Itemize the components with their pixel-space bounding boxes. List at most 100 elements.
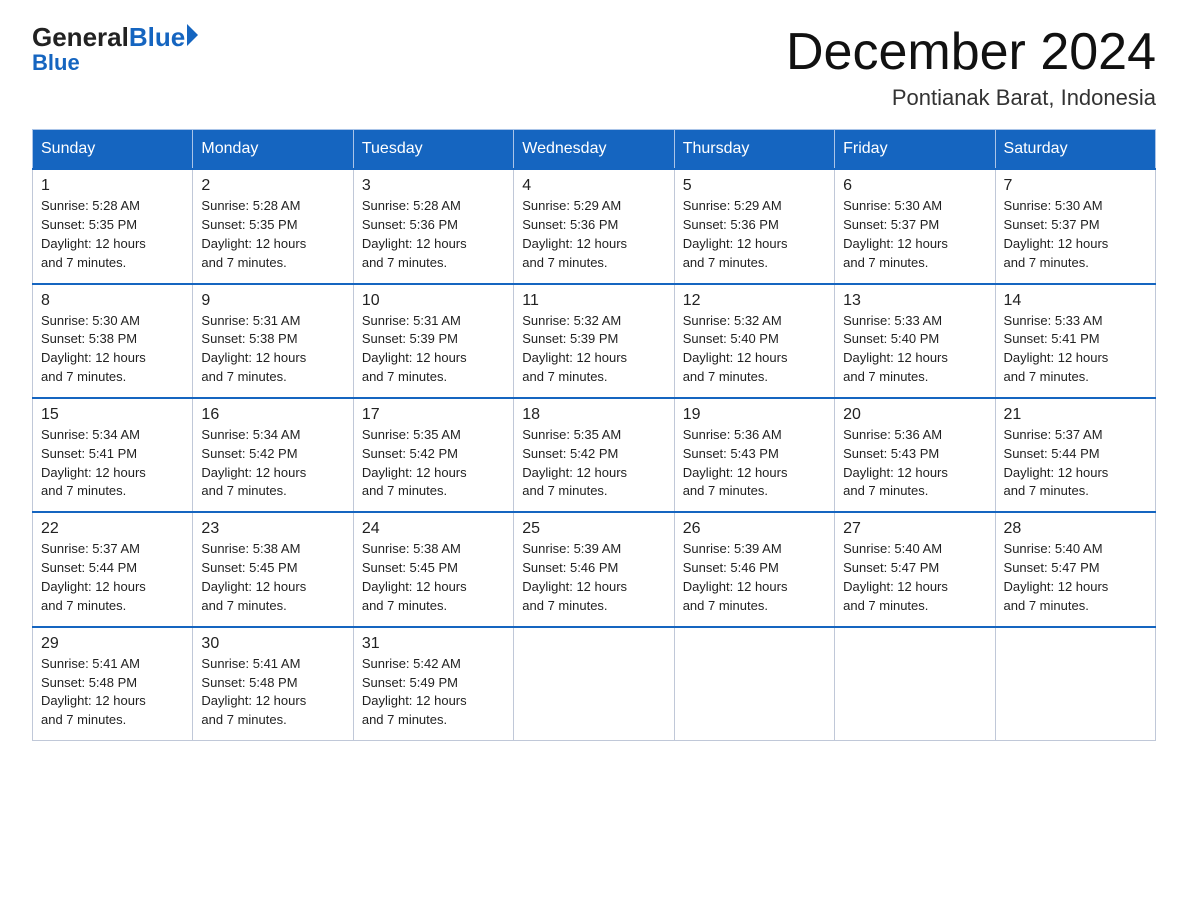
logo-arrow-icon xyxy=(187,24,198,46)
day-number: 5 xyxy=(683,177,826,195)
calendar-cell xyxy=(674,627,834,741)
calendar-cell: 1Sunrise: 5:28 AMSunset: 5:35 PMDaylight… xyxy=(33,169,193,283)
calendar-cell: 12 Sunrise: 5:32 AMSunset: 5:40 PMDayligh… xyxy=(674,284,834,398)
logo-blue-text: Blue xyxy=(129,24,185,50)
day-info: Sunrise: 5:33 AMSunset: 5:41 PMDaylight:… xyxy=(1004,312,1147,387)
day-number: 30 xyxy=(201,635,344,653)
day-info: Sunrise: 5:33 AMSunset: 5:40 PMDaylight:… xyxy=(843,312,986,387)
day-info: Sunrise: 5:34 AMSunset: 5:41 PMDaylight:… xyxy=(41,426,184,501)
day-number: 21 xyxy=(1004,406,1147,424)
calendar-cell: 18 Sunrise: 5:35 AMSunset: 5:42 PMDayligh… xyxy=(514,398,674,512)
day-number: 28 xyxy=(1004,520,1147,538)
day-info: Sunrise: 5:29 AMSunset: 5:36 PMDaylight:… xyxy=(683,197,826,272)
calendar-cell: 2Sunrise: 5:28 AMSunset: 5:35 PMDaylight… xyxy=(193,169,353,283)
day-number: 20 xyxy=(843,406,986,424)
calendar-cell: 24 Sunrise: 5:38 AMSunset: 5:45 PMDayligh… xyxy=(353,512,513,626)
week-row-4: 22 Sunrise: 5:37 AMSunset: 5:44 PMDayligh… xyxy=(33,512,1156,626)
calendar-subtitle: Pontianak Barat, Indonesia xyxy=(786,85,1156,111)
day-number: 2 xyxy=(201,177,344,195)
header-cell-wednesday: Wednesday xyxy=(514,130,674,170)
day-info: Sunrise: 5:38 AMSunset: 5:45 PMDaylight:… xyxy=(362,540,505,615)
day-number: 10 xyxy=(362,292,505,310)
calendar-cell: 25 Sunrise: 5:39 AMSunset: 5:46 PMDayligh… xyxy=(514,512,674,626)
calendar-cell: 31Sunrise: 5:42 AMSunset: 5:49 PMDayligh… xyxy=(353,627,513,741)
day-number: 19 xyxy=(683,406,826,424)
day-info: Sunrise: 5:39 AMSunset: 5:46 PMDaylight:… xyxy=(522,540,665,615)
calendar-cell: 11 Sunrise: 5:32 AMSunset: 5:39 PMDayligh… xyxy=(514,284,674,398)
day-info: Sunrise: 5:40 AMSunset: 5:47 PMDaylight:… xyxy=(1004,540,1147,615)
calendar-cell: 27 Sunrise: 5:40 AMSunset: 5:47 PMDayligh… xyxy=(835,512,995,626)
header-cell-monday: Monday xyxy=(193,130,353,170)
calendar-cell: 16 Sunrise: 5:34 AMSunset: 5:42 PMDayligh… xyxy=(193,398,353,512)
calendar-cell xyxy=(514,627,674,741)
day-info: Sunrise: 5:30 AMSunset: 5:37 PMDaylight:… xyxy=(843,197,986,272)
day-info: Sunrise: 5:35 AMSunset: 5:42 PMDaylight:… xyxy=(522,426,665,501)
calendar-cell: 3 Sunrise: 5:28 AMSunset: 5:36 PMDaylight… xyxy=(353,169,513,283)
day-info: Sunrise: 5:41 AMSunset: 5:48 PMDaylight:… xyxy=(41,655,184,730)
day-number: 26 xyxy=(683,520,826,538)
day-info: Sunrise: 5:40 AMSunset: 5:47 PMDaylight:… xyxy=(843,540,986,615)
day-info: Sunrise: 5:37 AMSunset: 5:44 PMDaylight:… xyxy=(41,540,184,615)
day-number: 11 xyxy=(522,292,665,310)
calendar-cell: 17Sunrise: 5:35 AMSunset: 5:42 PMDayligh… xyxy=(353,398,513,512)
day-info: Sunrise: 5:32 AMSunset: 5:39 PMDaylight:… xyxy=(522,312,665,387)
day-info: Sunrise: 5:36 AMSunset: 5:43 PMDaylight:… xyxy=(843,426,986,501)
calendar-table: SundayMondayTuesdayWednesdayThursdayFrid… xyxy=(32,129,1156,741)
day-number: 25 xyxy=(522,520,665,538)
day-info: Sunrise: 5:32 AMSunset: 5:40 PMDaylight:… xyxy=(683,312,826,387)
day-number: 8 xyxy=(41,292,184,310)
day-number: 27 xyxy=(843,520,986,538)
calendar-cell: 28 Sunrise: 5:40 AMSunset: 5:47 PMDayligh… xyxy=(995,512,1155,626)
day-number: 23 xyxy=(201,520,344,538)
calendar-body: 1Sunrise: 5:28 AMSunset: 5:35 PMDaylight… xyxy=(33,169,1156,740)
logo-general: General xyxy=(32,24,129,50)
day-number: 17 xyxy=(362,406,505,424)
calendar-cell: 29 Sunrise: 5:41 AMSunset: 5:48 PMDayligh… xyxy=(33,627,193,741)
day-number: 16 xyxy=(201,406,344,424)
calendar-cell: 7Sunrise: 5:30 AMSunset: 5:37 PMDaylight… xyxy=(995,169,1155,283)
day-info: Sunrise: 5:36 AMSunset: 5:43 PMDaylight:… xyxy=(683,426,826,501)
title-block: December 2024 Pontianak Barat, Indonesia xyxy=(786,24,1156,111)
day-info: Sunrise: 5:28 AMSunset: 5:36 PMDaylight:… xyxy=(362,197,505,272)
header-cell-saturday: Saturday xyxy=(995,130,1155,170)
day-number: 24 xyxy=(362,520,505,538)
day-number: 4 xyxy=(522,177,665,195)
calendar-cell xyxy=(835,627,995,741)
day-info: Sunrise: 5:39 AMSunset: 5:46 PMDaylight:… xyxy=(683,540,826,615)
day-info: Sunrise: 5:37 AMSunset: 5:44 PMDaylight:… xyxy=(1004,426,1147,501)
day-number: 15 xyxy=(41,406,184,424)
day-number: 31 xyxy=(362,635,505,653)
week-row-3: 15 Sunrise: 5:34 AMSunset: 5:41 PMDayligh… xyxy=(33,398,1156,512)
calendar-cell: 9Sunrise: 5:31 AMSunset: 5:38 PMDaylight… xyxy=(193,284,353,398)
day-number: 1 xyxy=(41,177,184,195)
day-number: 12 xyxy=(683,292,826,310)
calendar-header: SundayMondayTuesdayWednesdayThursdayFrid… xyxy=(33,130,1156,170)
day-info: Sunrise: 5:34 AMSunset: 5:42 PMDaylight:… xyxy=(201,426,344,501)
day-number: 29 xyxy=(41,635,184,653)
calendar-cell: 5 Sunrise: 5:29 AMSunset: 5:36 PMDaylight… xyxy=(674,169,834,283)
day-info: Sunrise: 5:38 AMSunset: 5:45 PMDaylight:… xyxy=(201,540,344,615)
calendar-cell: 21 Sunrise: 5:37 AMSunset: 5:44 PMDayligh… xyxy=(995,398,1155,512)
day-number: 18 xyxy=(522,406,665,424)
calendar-cell: 4 Sunrise: 5:29 AMSunset: 5:36 PMDaylight… xyxy=(514,169,674,283)
header-cell-tuesday: Tuesday xyxy=(353,130,513,170)
calendar-cell: 6Sunrise: 5:30 AMSunset: 5:37 PMDaylight… xyxy=(835,169,995,283)
logo-subtitle: Blue xyxy=(32,50,80,76)
calendar-cell: 22 Sunrise: 5:37 AMSunset: 5:44 PMDayligh… xyxy=(33,512,193,626)
calendar-cell: 8Sunrise: 5:30 AMSunset: 5:38 PMDaylight… xyxy=(33,284,193,398)
day-number: 14 xyxy=(1004,292,1147,310)
week-row-5: 29 Sunrise: 5:41 AMSunset: 5:48 PMDayligh… xyxy=(33,627,1156,741)
day-number: 9 xyxy=(201,292,344,310)
calendar-title: December 2024 xyxy=(786,24,1156,81)
header-cell-thursday: Thursday xyxy=(674,130,834,170)
day-info: Sunrise: 5:29 AMSunset: 5:36 PMDaylight:… xyxy=(522,197,665,272)
day-number: 7 xyxy=(1004,177,1147,195)
day-info: Sunrise: 5:31 AMSunset: 5:39 PMDaylight:… xyxy=(362,312,505,387)
calendar-cell: 10 Sunrise: 5:31 AMSunset: 5:39 PMDayligh… xyxy=(353,284,513,398)
day-number: 3 xyxy=(362,177,505,195)
calendar-cell: 13Sunrise: 5:33 AMSunset: 5:40 PMDayligh… xyxy=(835,284,995,398)
page-header: General Blue Blue December 2024 Pontiana… xyxy=(32,24,1156,111)
day-info: Sunrise: 5:41 AMSunset: 5:48 PMDaylight:… xyxy=(201,655,344,730)
header-cell-friday: Friday xyxy=(835,130,995,170)
day-number: 22 xyxy=(41,520,184,538)
